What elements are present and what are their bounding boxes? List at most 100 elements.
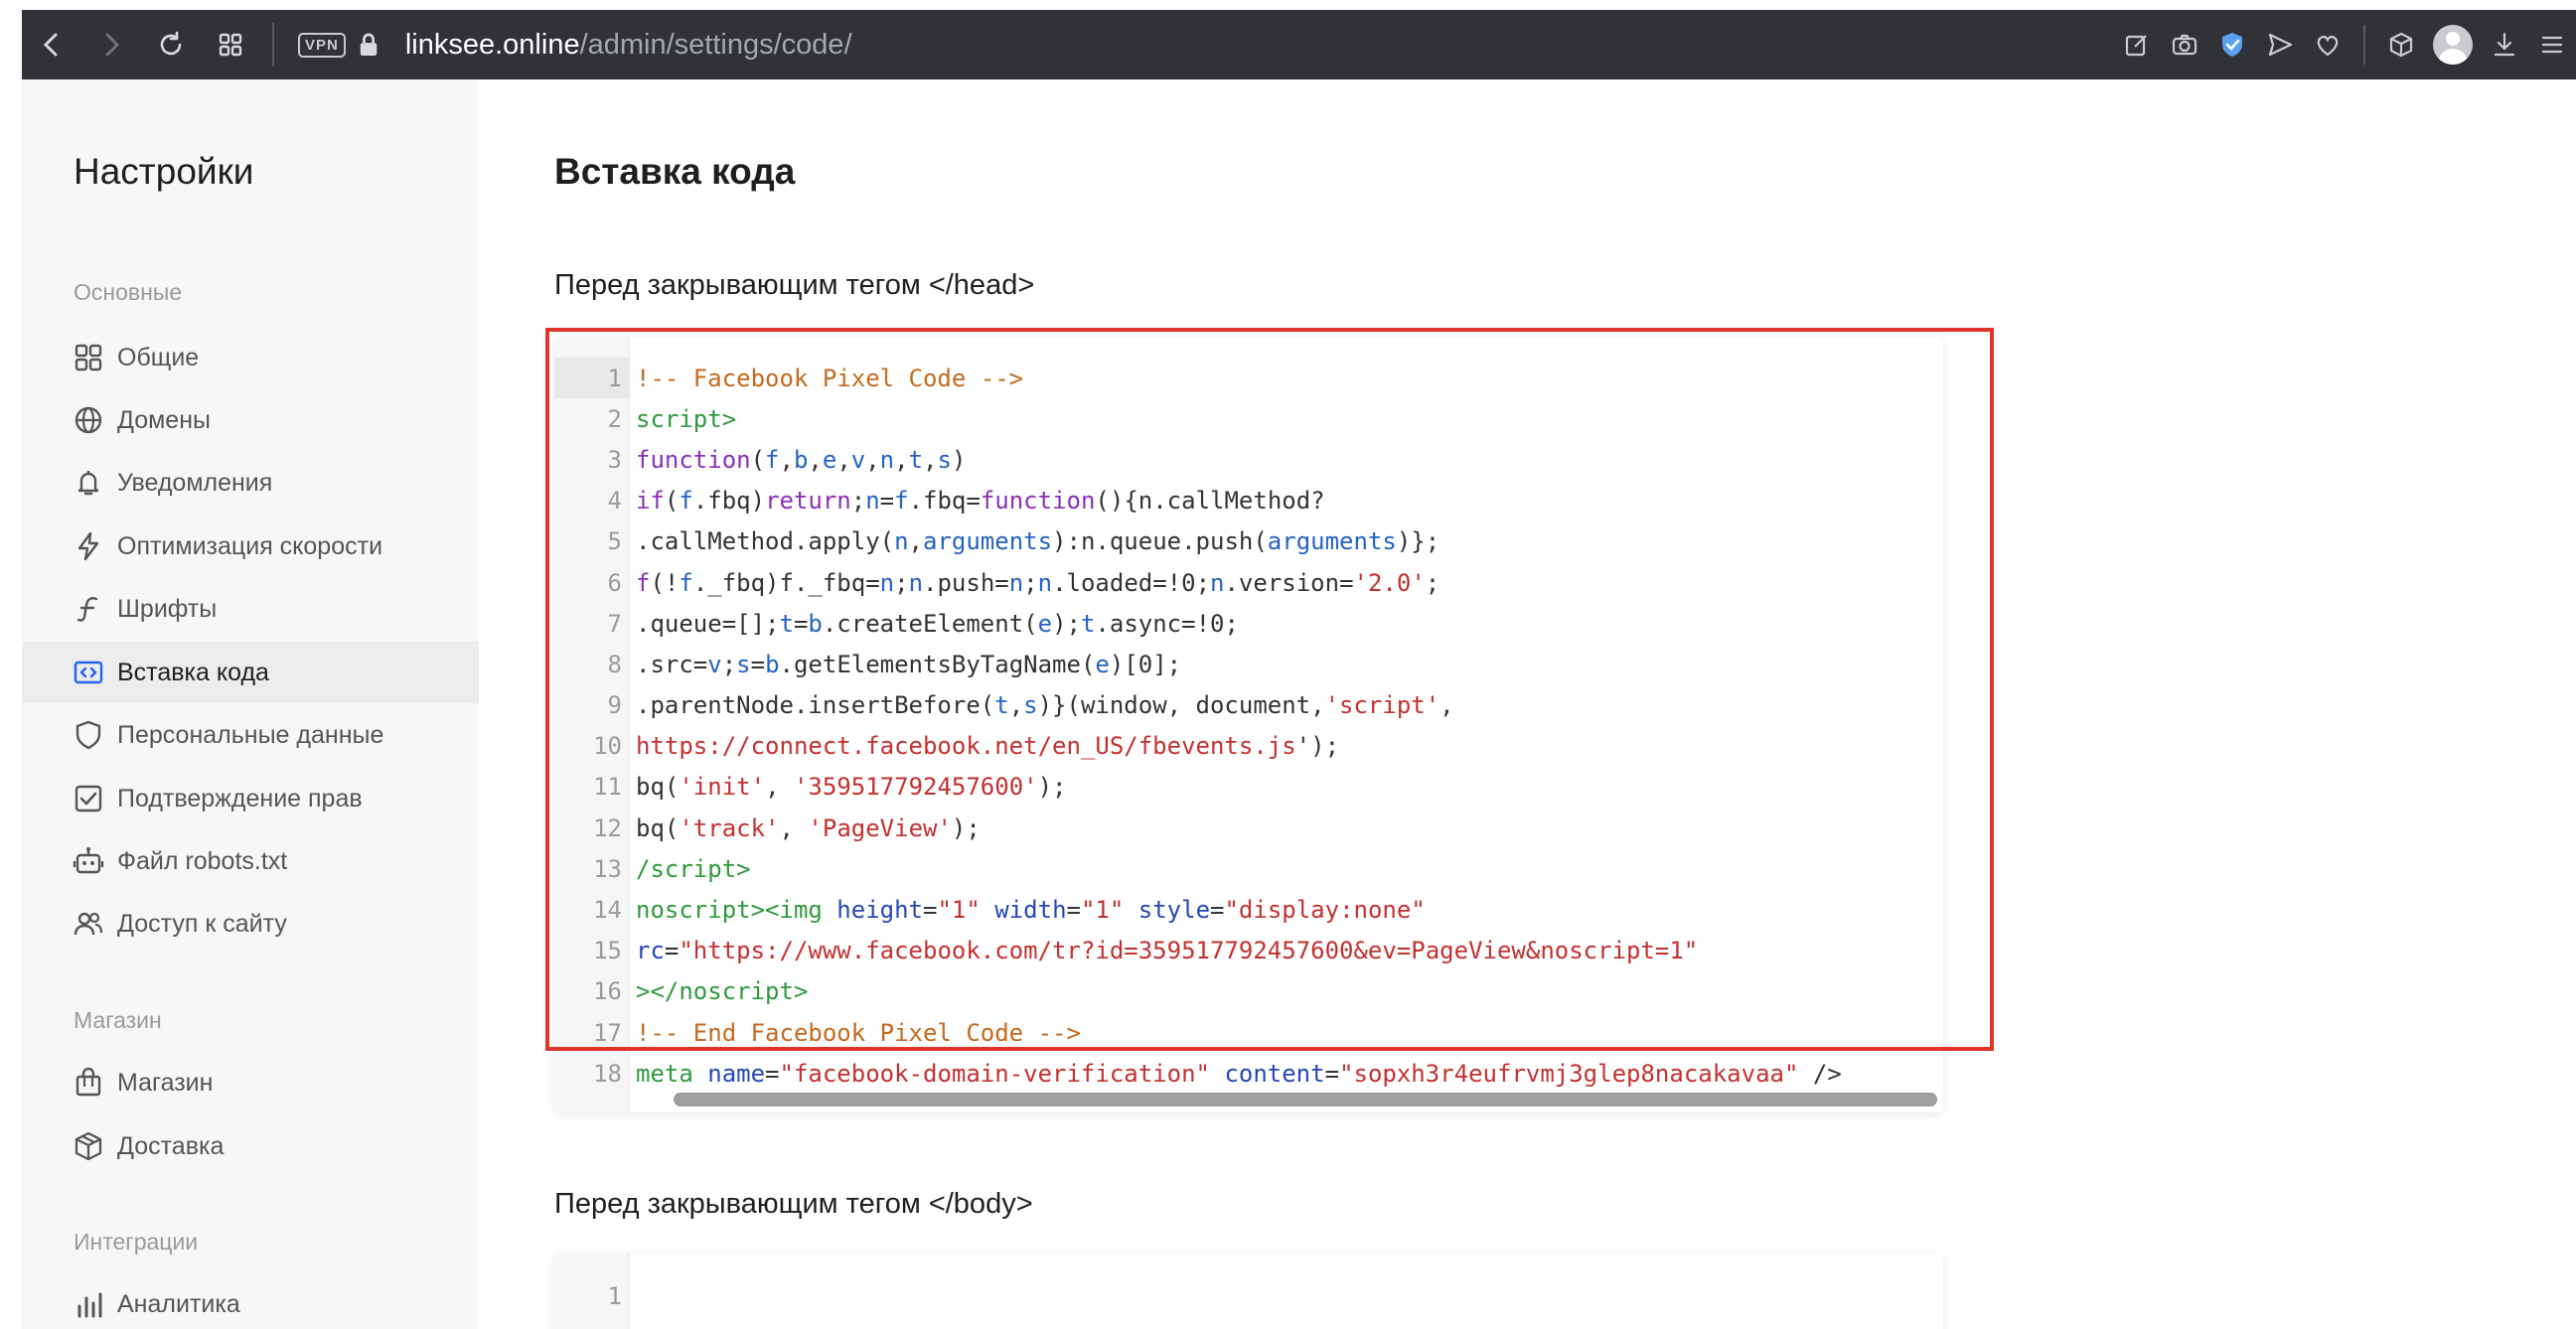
chevron-right-icon bbox=[105, 33, 120, 57]
settings-sidebar: Настройки Основные Общие Домены Уведомле… bbox=[22, 79, 479, 1329]
code-line: 10 https://connect.facebook.net/en_US/fbe… bbox=[554, 726, 1943, 767]
menu-icon[interactable] bbox=[2528, 10, 2576, 79]
code-line: 18 meta name="facebook-domain-verificatio… bbox=[554, 1053, 1943, 1094]
back-button[interactable] bbox=[22, 10, 81, 79]
code-text: script> bbox=[636, 404, 737, 433]
sidebar-item-delivery[interactable]: Доставка bbox=[22, 1115, 479, 1177]
code-line: 9 .parentNode.insertBefore(t,s)}(window, … bbox=[554, 685, 1943, 726]
code-text: if(f.fbq)return;n=f.fbq=function(){n.cal… bbox=[636, 487, 1325, 516]
sidebar-item-verification[interactable]: Подтверждение прав bbox=[22, 768, 479, 829]
reload-icon bbox=[160, 31, 182, 56]
url-host: linksee.online bbox=[404, 28, 580, 61]
line-number: 13 bbox=[593, 854, 622, 883]
code-text: .queue=[];t=b.createElement(e);t.async=!… bbox=[636, 609, 1239, 638]
sidebar-item-label: Персональные данные bbox=[117, 720, 384, 749]
line-number: 4 bbox=[607, 487, 622, 516]
code-line: 1 !-- Facebook Pixel Code --> bbox=[554, 358, 1943, 398]
line-number: 10 bbox=[593, 732, 622, 761]
line-number: 12 bbox=[593, 813, 622, 842]
grid-icon bbox=[72, 341, 105, 374]
section-label-basic: Основные bbox=[74, 279, 183, 305]
code-icon bbox=[72, 656, 105, 689]
line-number: 16 bbox=[593, 977, 622, 1006]
sidebar-item-label: Домены bbox=[117, 405, 211, 434]
grid-icon bbox=[219, 33, 242, 57]
sidebar-item-general[interactable]: Общие bbox=[22, 327, 479, 388]
head-section-label: Перед закрывающим тегом </head> bbox=[554, 269, 1035, 301]
section-label-shop: Магазин bbox=[74, 1007, 162, 1033]
body-code-editor[interactable]: 1 bbox=[554, 1254, 1943, 1329]
code-line: 16 ></noscript> bbox=[554, 971, 1943, 1012]
code-line: 15 rc="https://www.facebook.com/tr?id=359… bbox=[554, 931, 1943, 971]
send-icon[interactable] bbox=[2256, 10, 2304, 79]
cube-icon[interactable] bbox=[2377, 10, 2425, 79]
lock-icon[interactable] bbox=[358, 31, 381, 59]
code-line: 3 function(f,b,e,v,n,t,s) bbox=[554, 439, 1943, 480]
checkbox-icon bbox=[72, 782, 105, 815]
code-text: rc="https://www.facebook.com/tr?id=35951… bbox=[636, 937, 1699, 965]
sidebar-item-label: Уведомления bbox=[117, 468, 273, 497]
bell-icon bbox=[72, 466, 105, 500]
line-number: 18 bbox=[593, 1059, 622, 1088]
code-text: meta name="facebook-domain-verification"… bbox=[636, 1059, 1842, 1088]
box-icon bbox=[72, 1129, 105, 1163]
sidebar-item-label: Шрифты bbox=[117, 594, 218, 623]
sidebar-item-fonts[interactable]: Шрифты bbox=[22, 578, 479, 640]
code-line: 13/script> bbox=[554, 848, 1943, 889]
bar-chart-icon bbox=[72, 1287, 105, 1321]
download-icon[interactable] bbox=[2481, 10, 2528, 79]
sidebar-item-label: Файл robots.txt bbox=[117, 846, 288, 875]
heart-icon[interactable] bbox=[2304, 10, 2351, 79]
sidebar-item-code-insert[interactable]: Вставка кода bbox=[22, 642, 479, 703]
profile-avatar[interactable] bbox=[2433, 25, 2473, 65]
reload-button[interactable] bbox=[141, 10, 201, 79]
sidebar-item-speed[interactable]: Оптимизация скорости bbox=[22, 516, 479, 577]
code-line: 14 noscript><img height="1" width="1" sty… bbox=[554, 889, 1943, 930]
section-label-integrations: Интеграции bbox=[74, 1229, 199, 1255]
sidebar-item-label: Аналитика bbox=[117, 1289, 240, 1318]
camera-icon[interactable] bbox=[2161, 10, 2208, 79]
line-number: 3 bbox=[607, 445, 622, 474]
code-text: function(f,b,e,v,n,t,s) bbox=[636, 445, 967, 474]
code-line: 11 bq('init', '359517792457600'); bbox=[554, 767, 1943, 808]
sidebar-item-domains[interactable]: Домены bbox=[22, 389, 479, 451]
address-bar[interactable]: linksee.online/admin/settings/code/ bbox=[405, 29, 852, 62]
code-text: noscript><img height="1" width="1" style… bbox=[636, 896, 1426, 925]
edit-icon[interactable] bbox=[2113, 10, 2161, 79]
sidebar-item-personal-data[interactable]: Персональные данные bbox=[22, 704, 479, 766]
sidebar-item-label: Оптимизация скорости bbox=[117, 531, 383, 560]
head-code-editor[interactable]: 1 !-- Facebook Pixel Code --> 2 script> 3 fun… bbox=[554, 338, 1943, 1112]
code-lines: 1 !-- Facebook Pixel Code --> 2 script> 3 fun… bbox=[554, 338, 1943, 1094]
line-number: 2 bbox=[607, 404, 622, 433]
line-number: 9 bbox=[607, 691, 622, 720]
line-number: 8 bbox=[607, 650, 622, 678]
code-line: 5 .callMethod.apply(n,arguments):n.queue.… bbox=[554, 521, 1943, 562]
line-number: 5 bbox=[607, 527, 622, 556]
body-section-label: Перед закрывающим тегом </body> bbox=[554, 1188, 1033, 1220]
sidebar-item-label: Общие bbox=[117, 343, 200, 371]
url-path: /admin/settings/code/ bbox=[579, 28, 852, 61]
shield-check-icon[interactable] bbox=[2208, 10, 2256, 79]
sidebar-item-analytics[interactable]: Аналитика bbox=[22, 1273, 479, 1329]
shop-icon bbox=[72, 1066, 105, 1100]
sidebar-item-notifications[interactable]: Уведомления bbox=[22, 452, 479, 514]
code-text: https://connect.facebook.net/en_US/fbeve… bbox=[636, 732, 1340, 761]
code-text: !-- End Facebook Pixel Code --> bbox=[636, 1018, 1081, 1047]
code-text: !-- Facebook Pixel Code --> bbox=[636, 364, 1024, 392]
chevron-left-icon bbox=[43, 33, 58, 57]
tabs-overview-button[interactable] bbox=[201, 10, 260, 79]
forward-button[interactable] bbox=[81, 10, 141, 79]
horizontal-scrollbar[interactable] bbox=[674, 1093, 1937, 1107]
sidebar-item-label: Доставка bbox=[117, 1131, 225, 1160]
code-text: .src=v;s=b.getElementsByTagName(e)[0]; bbox=[636, 650, 1182, 678]
vpn-badge[interactable]: VPN bbox=[298, 32, 346, 58]
browser-toolbar: VPN linksee.online/admin/settings/code/ bbox=[22, 10, 2576, 79]
code-text: .callMethod.apply(n,arguments):n.queue.p… bbox=[636, 527, 1440, 556]
code-text: ></noscript> bbox=[636, 977, 809, 1006]
line-number: 14 bbox=[593, 896, 622, 925]
sidebar-item-shop[interactable]: Магазин bbox=[22, 1052, 479, 1113]
sidebar-item-site-access[interactable]: Доступ к сайту bbox=[22, 893, 479, 955]
code-text: f(!f._fbq)f._fbq=n;n.push=n;n.loaded=!0;… bbox=[636, 568, 1440, 597]
sidebar-item-robots[interactable]: Файл robots.txt bbox=[22, 830, 479, 892]
code-line: 17 !-- End Facebook Pixel Code --> bbox=[554, 1012, 1943, 1053]
